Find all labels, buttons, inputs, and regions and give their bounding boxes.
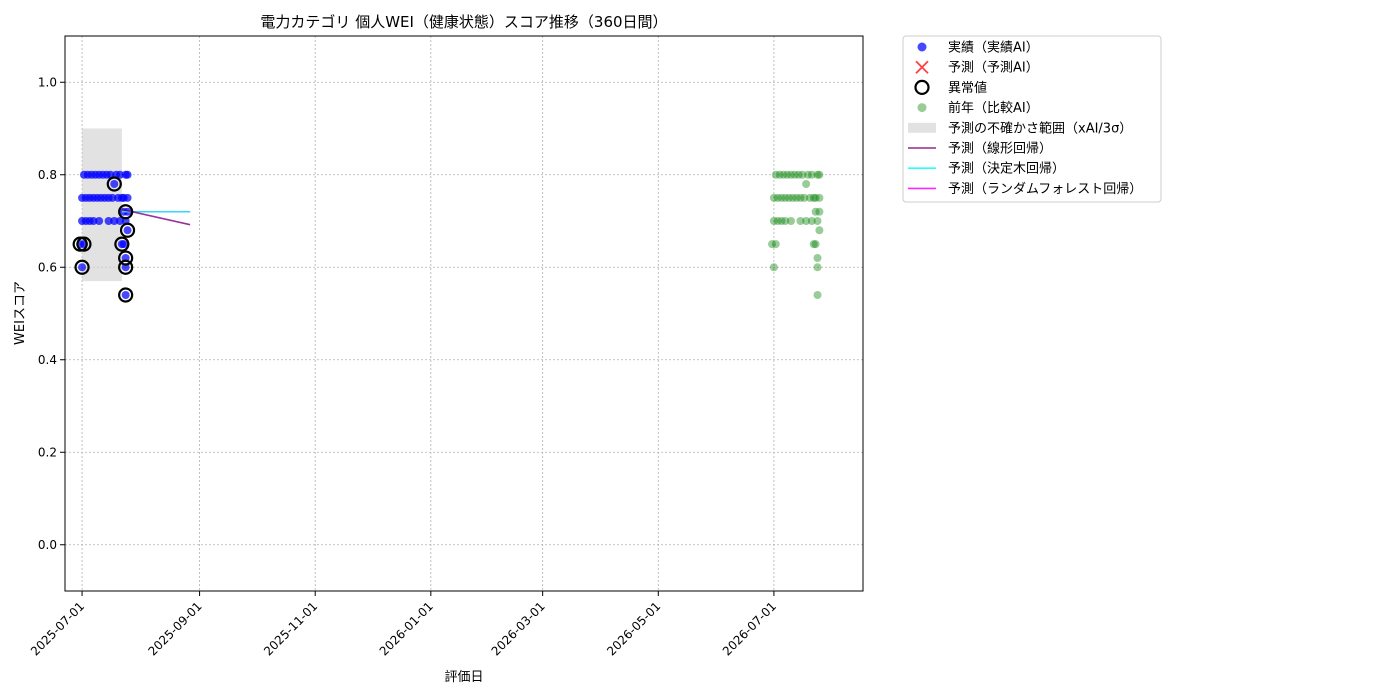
legend-swatch xyxy=(917,42,927,52)
previous-year-point xyxy=(786,217,795,225)
chart-canvas: 2025-07-01 2025-09-01 2025-11-01 2026-01-01… xyxy=(0,0,1400,700)
actual-point xyxy=(121,170,130,179)
legend-swatch xyxy=(908,122,936,133)
legend-label: 予測（ランダムフォレスト回帰） xyxy=(948,181,1142,197)
previous-year-point xyxy=(815,226,824,235)
actual-point xyxy=(123,226,132,235)
actual-point xyxy=(78,263,87,272)
legend-swatch xyxy=(917,103,927,113)
y-axis-label: WEIスコア xyxy=(13,281,28,345)
legend: 実績（実績AI） 予測（予測AI） 異常値前年（比較AI） 予測の不確かさ範囲（xAI… xyxy=(902,35,1162,203)
previous-year-point xyxy=(771,240,780,249)
previous-year-point xyxy=(815,207,824,216)
previous-year-point xyxy=(813,170,822,179)
previous-year-point xyxy=(813,254,822,262)
legend-label: 異常値 xyxy=(948,80,987,96)
previous-year-point xyxy=(813,291,822,299)
previous-year-point xyxy=(802,180,811,188)
previous-year-point xyxy=(813,263,822,272)
y-tick-label: 0.8 xyxy=(38,168,57,182)
actual-point xyxy=(110,180,119,188)
y-tick-label: 1.0 xyxy=(38,75,57,89)
legend-label: 前年（比較AI） xyxy=(948,100,1039,116)
chart-title: 電力カテゴリ 個人WEI（健康状態）スコア推移（360日間） xyxy=(260,13,667,31)
legend-label: 実績（実績AI） xyxy=(948,40,1039,56)
y-tick-label: 0.2 xyxy=(38,445,57,459)
y-tick-label: 0.4 xyxy=(38,353,57,367)
legend-label: 予測（決定木回帰） xyxy=(948,161,1065,177)
legend-label: 予測（線形回帰） xyxy=(948,141,1052,157)
previous-year-point xyxy=(811,240,820,249)
legend-label: 予測の不確かさ範囲（xAI/3σ） xyxy=(948,120,1132,136)
uncertainty-band xyxy=(82,128,122,282)
y-tick-label: 0.0 xyxy=(38,538,57,552)
previous-year-point xyxy=(769,263,778,272)
x-axis-label: 評価日 xyxy=(444,670,483,685)
y-tick-label: 0.6 xyxy=(38,260,57,274)
actual-point xyxy=(95,217,104,225)
actual-point xyxy=(121,291,130,299)
previous-year-point xyxy=(813,217,822,225)
legend-label: 予測（予測AI） xyxy=(948,61,1039,76)
previous-year-point xyxy=(811,193,820,202)
actual-point xyxy=(119,193,128,202)
uncertainty-band-layer xyxy=(82,128,122,282)
